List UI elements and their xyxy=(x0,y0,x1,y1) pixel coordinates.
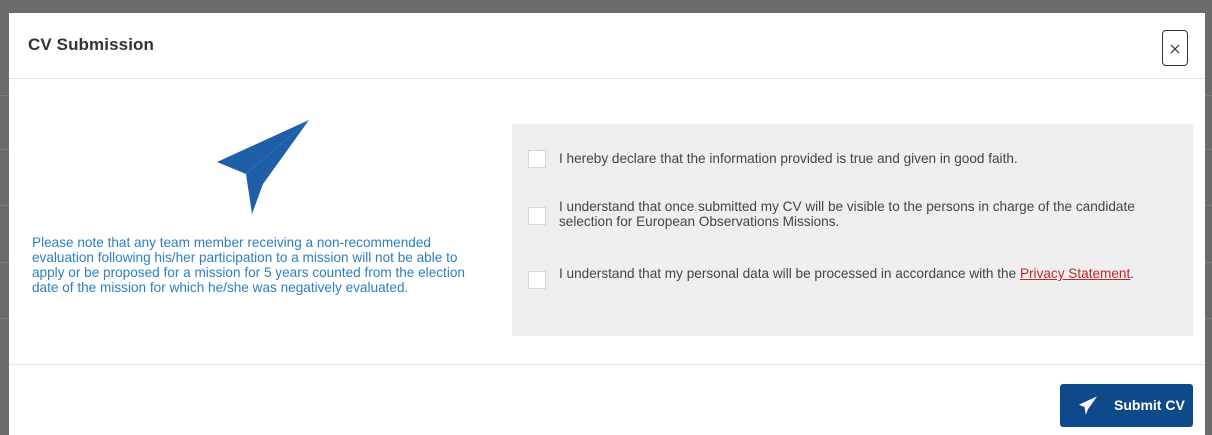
paper-plane-icon xyxy=(217,120,309,214)
paper-plane-icon xyxy=(1078,396,1098,415)
dialog-footer: Submit CV xyxy=(9,364,1205,435)
declaration-checkbox-truth[interactable] xyxy=(528,150,546,168)
dialog-title: CV Submission xyxy=(28,35,154,54)
evaluation-notice: Please note that any team member receivi… xyxy=(32,235,465,295)
declaration-label: I hereby declare that the information pr… xyxy=(559,151,1018,166)
dialog-body: Please note that any team member receivi… xyxy=(9,79,1205,363)
declaration-label: I understand that once submitted my CV w… xyxy=(559,199,1135,229)
privacy-statement-link[interactable]: Privacy Statement xyxy=(1020,266,1130,281)
declaration-text-end: . xyxy=(1130,266,1135,281)
declaration-checkbox-visibility[interactable] xyxy=(528,207,546,225)
cv-submission-dialog: CV Submission Please note that any team … xyxy=(9,13,1205,435)
submit-cv-label: Submit CV xyxy=(1114,397,1185,413)
close-icon xyxy=(1170,44,1180,54)
submit-cv-button[interactable]: Submit CV xyxy=(1060,384,1193,427)
declaration-checkbox-privacy[interactable] xyxy=(528,271,546,289)
declaration-label: I understand that my personal data will … xyxy=(559,266,1169,281)
declaration-text: I understand that my personal data will … xyxy=(559,266,1020,281)
dialog-header: CV Submission xyxy=(9,13,1205,79)
close-button[interactable] xyxy=(1162,30,1188,66)
declarations-panel: I hereby declare that the information pr… xyxy=(512,124,1193,336)
